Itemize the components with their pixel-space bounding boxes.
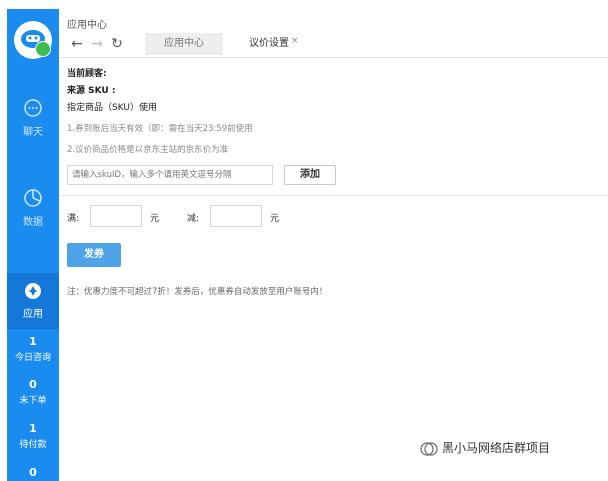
sidebar-item-chat[interactable]: 聊天 xyxy=(7,97,59,138)
tab-app-center[interactable]: 应用中心 xyxy=(145,33,223,55)
sidebar: 聊天 数据 应用 1 今日咨询 0 未下单 1 待付款 0 xyxy=(7,9,59,481)
discount-label: 减: xyxy=(187,214,200,224)
watermark-text: 黑小马网络店群项目 xyxy=(442,441,551,455)
sidebar-item-label: 应用 xyxy=(23,309,43,320)
designated-product-label: 指定商品（SKU）使用 xyxy=(67,103,157,113)
stat-label: 待付款 xyxy=(19,440,47,450)
discount-amount-input[interactable] xyxy=(210,205,262,227)
source-sku-label: 来源 SKU : xyxy=(67,86,116,96)
stat-today-inquiries[interactable]: 1 今日咨询 xyxy=(7,335,59,363)
online-status-badge xyxy=(35,41,51,57)
stat-value: 1 xyxy=(29,422,37,435)
apps-icon xyxy=(25,283,41,299)
current-customer-label: 当前顾客: xyxy=(67,69,107,79)
stat-value: 0 xyxy=(29,378,37,391)
wechat-official-account-icon xyxy=(420,441,438,456)
threshold-amount-input[interactable] xyxy=(90,205,142,227)
sidebar-item-label: 数据 xyxy=(23,217,43,228)
note-validity: 1.券到账后当天有效（即：需在当天23:59前使用 xyxy=(67,124,253,134)
add-button[interactable]: 添加 xyxy=(284,165,336,185)
stat-label: 今日咨询 xyxy=(14,353,51,363)
stat-pending-payment[interactable]: 1 待付款 xyxy=(7,422,59,450)
stat-label: 未下单 xyxy=(19,396,47,406)
chat-bubble-icon xyxy=(24,99,42,117)
discount-unit: 元 xyxy=(270,214,280,224)
stat-value: 0 xyxy=(29,466,37,479)
issue-coupon-button[interactable]: 发券 xyxy=(67,243,121,267)
coupon-footnote: 注：优惠力度不可超过7折！发券后，优惠券自动发放至用户账号内！ xyxy=(67,287,328,297)
section-divider xyxy=(60,195,608,196)
sku-id-input[interactable] xyxy=(67,165,273,185)
sidebar-item-data[interactable]: 数据 xyxy=(7,187,59,228)
close-icon[interactable]: × xyxy=(291,36,299,46)
pie-chart-icon xyxy=(24,189,42,207)
threshold-label: 满: xyxy=(67,214,80,224)
sidebar-item-apps[interactable]: 应用 xyxy=(7,273,59,329)
nav-buttons: ← → ↻ xyxy=(67,33,127,53)
stat-value: 1 xyxy=(29,335,37,348)
back-arrow-icon[interactable]: ← xyxy=(67,36,87,52)
threshold-unit: 元 xyxy=(150,214,160,224)
sidebar-item-label: 聊天 xyxy=(23,127,43,138)
forward-arrow-icon[interactable]: → xyxy=(87,36,107,52)
refresh-icon[interactable]: ↻ xyxy=(107,36,127,52)
breadcrumb: 应用中心 xyxy=(67,20,107,31)
header-divider xyxy=(60,57,608,58)
note-price-basis: 2.议价商品价格是以京东主站的京东价为准 xyxy=(67,145,229,155)
stat-not-ordered[interactable]: 0 未下单 xyxy=(7,378,59,406)
watermark: 黑小马网络店群项目 xyxy=(420,439,550,457)
stat-extra[interactable]: 0 xyxy=(7,466,59,479)
